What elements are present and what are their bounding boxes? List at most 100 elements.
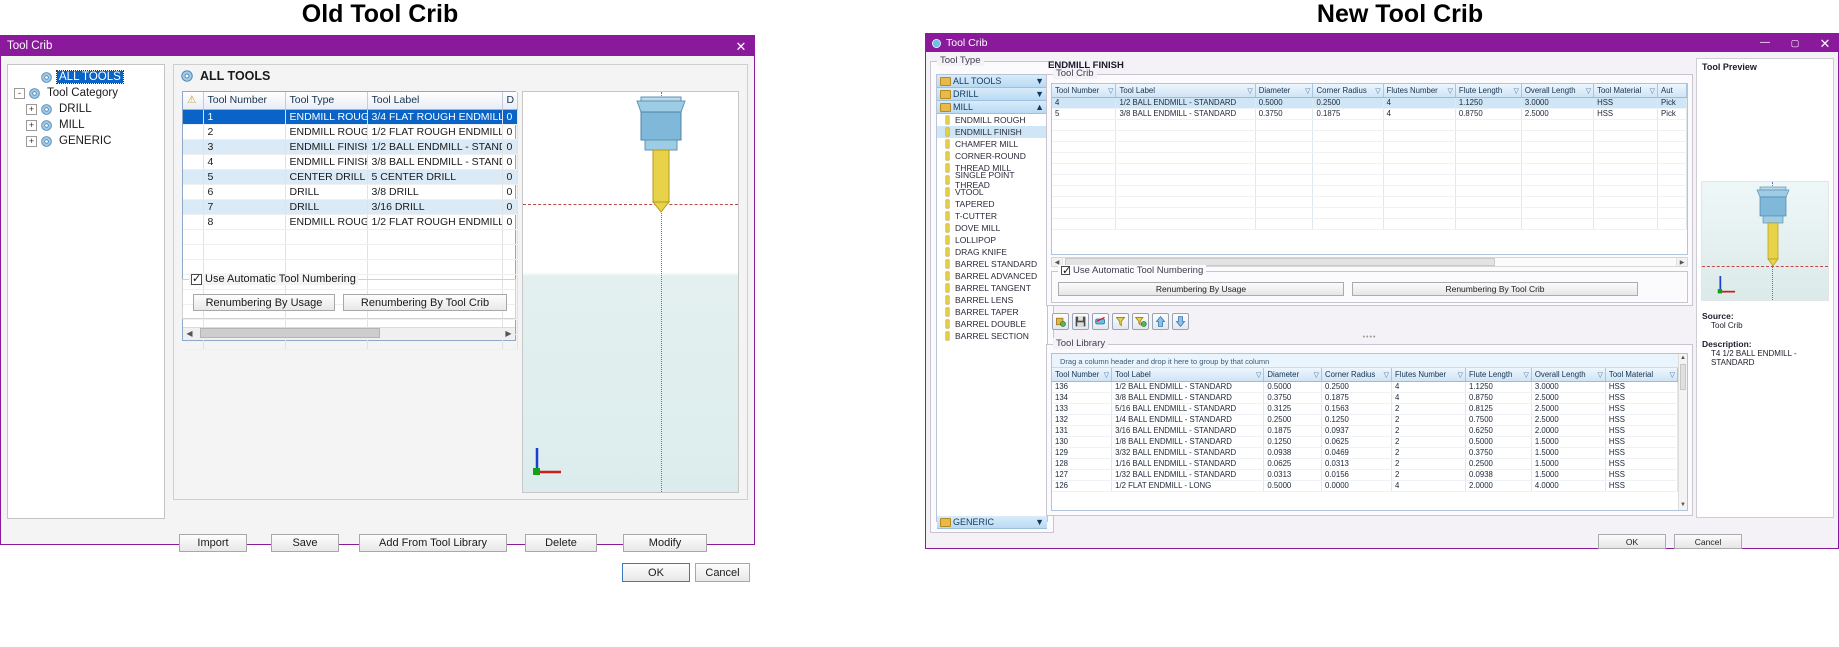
move-up-button[interactable]: [1152, 313, 1169, 330]
delete-button[interactable]: [1092, 313, 1109, 330]
table-row[interactable]: 134 3/8 BALL ENDMILL - STANDARD 0.3750 0.18…: [1052, 392, 1679, 404]
scroll-down-icon[interactable]: ▼: [1679, 501, 1687, 510]
tool-type-item-barrel-tangent[interactable]: BARREL TANGENT: [937, 282, 1047, 294]
close-icon[interactable]: ✕: [1812, 37, 1838, 50]
filter-icon[interactable]: ▽: [1586, 87, 1591, 95]
tool-type-item-barrel-advanced[interactable]: BARREL ADVANCED: [937, 270, 1047, 282]
maximize-icon[interactable]: ▢: [1782, 38, 1808, 48]
save-button[interactable]: [1072, 313, 1089, 330]
table-row[interactable]: 2ENDMILL ROUGH1/2 FLAT ROUGH ENDMILL - S…: [183, 124, 518, 140]
scroll-left-icon[interactable]: ◀: [183, 328, 196, 341]
old-tool-preview-viewport[interactable]: [522, 91, 739, 493]
tool-type-group-all-tools[interactable]: ALL TOOLS ▼: [937, 75, 1047, 88]
ok-button[interactable]: OK: [1598, 534, 1666, 549]
col-tool-number[interactable]: Tool Number ▽: [1052, 368, 1113, 382]
tree-expand-toggle[interactable]: +: [26, 135, 37, 147]
col-flutes-number[interactable]: Flutes Number ▽: [1383, 84, 1456, 98]
tool-type-group-drill[interactable]: DRILL ▼: [937, 88, 1047, 101]
filter-icon[interactable]: ▽: [1247, 87, 1252, 95]
tree-expand-toggle[interactable]: +: [26, 119, 37, 131]
renumbering-by-usage-button[interactable]: Renumbering By Usage: [1058, 282, 1344, 296]
table-row[interactable]: 1ENDMILL ROUGH3/4 FLAT ROUGH ENDMILL - S…: [183, 109, 518, 125]
filter-icon[interactable]: ▽: [1513, 87, 1518, 95]
table-row[interactable]: 4 1/2 BALL ENDMILL - STANDARD 0.5000 0.2500…: [1052, 97, 1687, 109]
close-icon[interactable]: ✕: [728, 40, 754, 53]
scroll-thumb[interactable]: [200, 327, 380, 338]
tool-type-item-drag-knife[interactable]: DRAG KNIFE: [937, 246, 1047, 258]
auto-numbering-checkbox[interactable]: [191, 272, 202, 285]
filter-icon[interactable]: ▽: [1305, 87, 1310, 95]
tree-item-mill[interactable]: + MILL: [14, 117, 162, 133]
tool-type-item-barrel-section[interactable]: BARREL SECTION: [937, 330, 1047, 342]
delete-button[interactable]: Delete: [525, 534, 597, 552]
tool-type-item-t-cutter[interactable]: T-CUTTER: [937, 210, 1047, 222]
col-overall-length[interactable]: Overall Length ▽: [1531, 368, 1606, 382]
tool-type-item-barrel-standard[interactable]: BARREL STANDARD: [937, 258, 1047, 270]
filter-icon[interactable]: ▽: [1314, 371, 1319, 379]
filter-icon[interactable]: ▽: [1384, 371, 1389, 379]
tool-type-item-barrel-lens[interactable]: BARREL LENS: [937, 294, 1047, 306]
tool-preview-canvas[interactable]: [1701, 181, 1829, 301]
chevron-down-icon[interactable]: ▼: [1035, 76, 1044, 86]
col-tool-number[interactable]: Tool Number: [203, 92, 286, 110]
col-tool-type[interactable]: Tool Type: [285, 92, 368, 110]
filter-icon[interactable]: ▽: [1670, 371, 1675, 379]
renumbering-by-tool-crib-button[interactable]: Renumbering By Tool Crib: [343, 294, 507, 311]
tool-type-item-lollipop[interactable]: LOLLIPOP: [937, 234, 1047, 246]
auto-numbering-checkbox[interactable]: [1061, 264, 1071, 277]
table-row[interactable]: 133 5/16 BALL ENDMILL - STANDARD 0.3125 0.1…: [1052, 403, 1679, 415]
table-row[interactable]: 4ENDMILL FINISH3/8 BALL ENDMILL - STANDA…: [183, 154, 518, 170]
table-row[interactable]: 127 1/32 BALL ENDMILL - STANDARD 0.0313 0.0…: [1052, 469, 1679, 481]
col-corner-radius[interactable]: Corner Radius ▽: [1321, 368, 1392, 382]
col-tool-material[interactable]: Tool Material ▽: [1593, 84, 1659, 98]
modify-button[interactable]: Modify: [623, 534, 707, 552]
table-row[interactable]: 132 1/4 BALL ENDMILL - STANDARD 0.2500 0.12…: [1052, 414, 1679, 426]
col-corner-radius[interactable]: Corner Radius ▽: [1312, 84, 1384, 98]
tool-type-item-endmill-finish[interactable]: ENDMILL FINISH: [937, 126, 1047, 138]
tree-collapse-toggle[interactable]: -: [14, 87, 25, 99]
tool-type-item-endmill-rough[interactable]: ENDMILL ROUGH: [937, 114, 1047, 126]
add-filter-button[interactable]: [1132, 313, 1149, 330]
filter-icon[interactable]: ▽: [1104, 371, 1109, 379]
chevron-down-icon[interactable]: ▼: [1035, 517, 1044, 527]
filter-icon[interactable]: ▽: [1256, 371, 1261, 379]
tool-library-vscrollbar[interactable]: ▲ ▼: [1678, 354, 1687, 510]
cancel-button[interactable]: Cancel: [695, 563, 750, 582]
col-tool-material[interactable]: Tool Material ▽: [1605, 368, 1679, 382]
table-row[interactable]: 6 DRILL 3/8 DRILL 0: [183, 184, 518, 200]
table-row[interactable]: 3ENDMILL FINISH1/2 BALL ENDMILL - STANDA…: [183, 139, 518, 155]
save-button[interactable]: Save: [271, 534, 339, 552]
chevron-up-icon[interactable]: ▲: [1035, 102, 1044, 112]
table-row[interactable]: 8ENDMILL ROUGH1/2 FLAT ROUGH ENDMILL - S…: [183, 214, 518, 230]
tool-type-item-corner-round[interactable]: CORNER-ROUND: [937, 150, 1047, 162]
splitter-grip[interactable]: ••••: [1046, 334, 1693, 341]
group-by-hint[interactable]: Drag a column header and drop it here to…: [1052, 354, 1687, 368]
add-tool-button[interactable]: [1052, 313, 1069, 330]
tool-library-grid[interactable]: Drag a column header and drop it here to…: [1051, 353, 1688, 511]
tool-type-group-mill[interactable]: MILL ▲: [937, 101, 1047, 114]
scroll-thumb[interactable]: [1680, 364, 1686, 390]
table-row[interactable]: 5 3/8 BALL ENDMILL - STANDARD 0.3750 0.1875…: [1052, 108, 1687, 120]
tool-type-item-chamfer-mill[interactable]: CHAMFER MILL: [937, 138, 1047, 150]
move-down-button[interactable]: [1172, 313, 1189, 330]
import-button[interactable]: Import: [179, 534, 247, 552]
tool-type-item-tapered[interactable]: TAPERED: [937, 198, 1047, 210]
tool-type-item-dove-mill[interactable]: DOVE MILL: [937, 222, 1047, 234]
tool-type-item-single-point-thread[interactable]: SINGLE POINT THREAD: [937, 170, 1047, 190]
col-tool-number[interactable]: Tool Number ▽: [1052, 84, 1117, 98]
col-d[interactable]: D: [502, 92, 518, 110]
col-flutes-number[interactable]: Flutes Number ▽: [1391, 368, 1467, 382]
tree-item-drill[interactable]: + DRILL: [14, 101, 162, 117]
col-diameter[interactable]: Diameter ▽: [1263, 368, 1323, 382]
table-row[interactable]: 128 1/16 BALL ENDMILL - STANDARD 0.0625 0.0…: [1052, 458, 1679, 470]
tree-item-tool-category[interactable]: - Tool Category: [14, 85, 162, 101]
table-row[interactable]: 126 1/2 FLAT ENDMILL - LONG 0.5000 0.0000 4 2…: [1052, 480, 1679, 492]
tool-type-item-barrel-taper[interactable]: BARREL TAPER: [937, 306, 1047, 318]
new-auto-numbering-legend[interactable]: Use Automatic Tool Numbering: [1058, 264, 1207, 277]
table-row[interactable]: 130 1/8 BALL ENDMILL - STANDARD 0.1250 0.06…: [1052, 436, 1679, 448]
filter-icon[interactable]: ▽: [1650, 87, 1655, 95]
filter-icon[interactable]: ▽: [1375, 87, 1380, 95]
table-row[interactable]: 7 DRILL 3/16 DRILL 0: [183, 199, 518, 215]
tool-type-group-generic[interactable]: GENERIC ▼: [937, 516, 1047, 529]
add-from-tool-library-button[interactable]: Add From Tool Library: [359, 534, 507, 552]
